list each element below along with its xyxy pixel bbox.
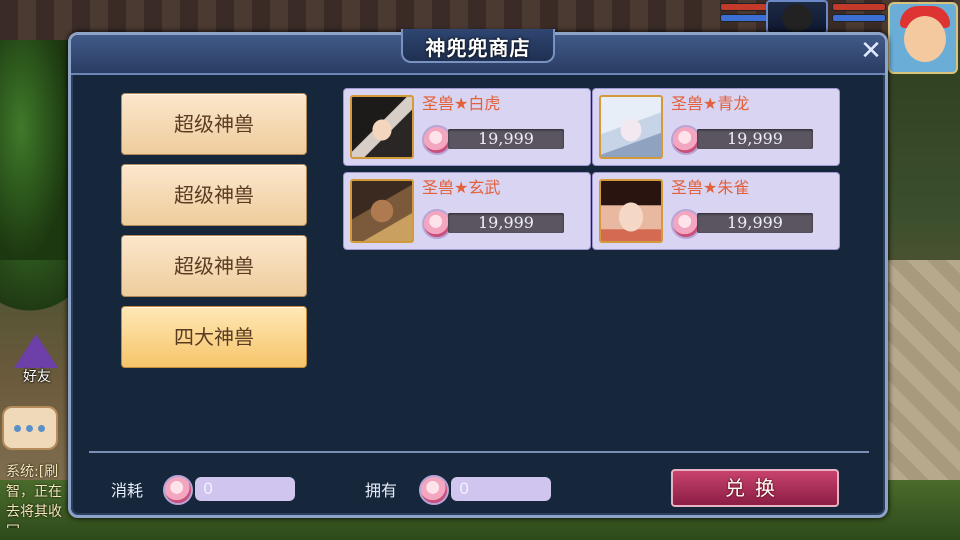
category-button-super-beast-3[interactable]: 超级神兽 (121, 235, 307, 297)
friends-icon (14, 334, 58, 368)
item-card-black-tortoise[interactable]: 圣兽★玄武 19,999 (343, 172, 591, 250)
price-bar: 19,999 (697, 213, 813, 233)
player-avatar[interactable] (888, 2, 958, 74)
chat-dot-icon (38, 425, 45, 432)
pet-hp-bar (832, 3, 886, 11)
pet-avatar[interactable] (766, 0, 828, 34)
item-price: 19,999 (727, 129, 783, 148)
item-card-vermilion-bird[interactable]: 圣兽★朱雀 19,999 (592, 172, 840, 250)
cost-value-field: 0 (195, 477, 295, 501)
item-price: 19,999 (478, 129, 534, 148)
shop-dialog: 神兜兜商店 ✕ 超级神兽 超级神兽 超级神兽 四大神兽 圣兽★白虎 19,999… (68, 29, 888, 518)
dialog-title: 神兜兜商店 (425, 36, 531, 60)
azure-dragon-portrait-icon (599, 95, 663, 159)
friends-label: 好友 (23, 369, 51, 385)
chat-line: 系统:[刷 (6, 464, 59, 480)
coin-icon (419, 475, 449, 505)
own-label: 拥有 (365, 481, 398, 500)
item-price: 19,999 (727, 213, 783, 232)
cost-label: 消耗 (111, 481, 144, 500)
hp-bar (720, 3, 770, 11)
pet-status-bars (832, 0, 886, 30)
category-button-super-beast-2[interactable]: 超级神兽 (121, 164, 307, 226)
own-value-field: 0 (451, 477, 551, 501)
pet-mp-bar (832, 14, 886, 22)
close-icon[interactable]: ✕ (857, 37, 885, 65)
chat-line: 智，正在 (6, 484, 62, 500)
player-status-bars (720, 0, 770, 30)
chat-line: 去将其收回 (6, 504, 62, 528)
tree (0, 40, 70, 260)
vermilion-bird-portrait-icon (599, 179, 663, 243)
item-name: 圣兽★玄武 (422, 178, 501, 197)
chat-dot-icon (14, 425, 21, 432)
chat-log: 系统:[刷 智，正在 去将其收回 (6, 462, 72, 528)
coin-icon (163, 475, 193, 505)
exchange-button[interactable]: 兑换 (671, 469, 839, 507)
item-card-azure-dragon[interactable]: 圣兽★青龙 19,999 (592, 88, 840, 166)
price-bar: 19,999 (697, 129, 813, 149)
category-button-four-beasts[interactable]: 四大神兽 (121, 306, 307, 368)
footer-divider (89, 451, 869, 453)
chat-dot-icon (26, 425, 33, 432)
price-bar: 19,999 (448, 213, 564, 233)
friends-button[interactable]: 好友 (6, 330, 64, 388)
item-card-white-tiger[interactable]: 圣兽★白虎 19,999 (343, 88, 591, 166)
black-tortoise-portrait-icon (350, 179, 414, 243)
item-name: 圣兽★朱雀 (671, 178, 750, 197)
item-name: 圣兽★青龙 (671, 94, 750, 113)
price-bar: 19,999 (448, 129, 564, 149)
category-button-super-beast-1[interactable]: 超级神兽 (121, 93, 307, 155)
item-name: 圣兽★白虎 (422, 94, 501, 113)
item-price: 19,999 (478, 213, 534, 232)
mp-bar (720, 14, 770, 22)
chat-button[interactable] (2, 406, 58, 450)
white-tiger-portrait-icon (350, 95, 414, 159)
avatar-face (904, 16, 946, 62)
